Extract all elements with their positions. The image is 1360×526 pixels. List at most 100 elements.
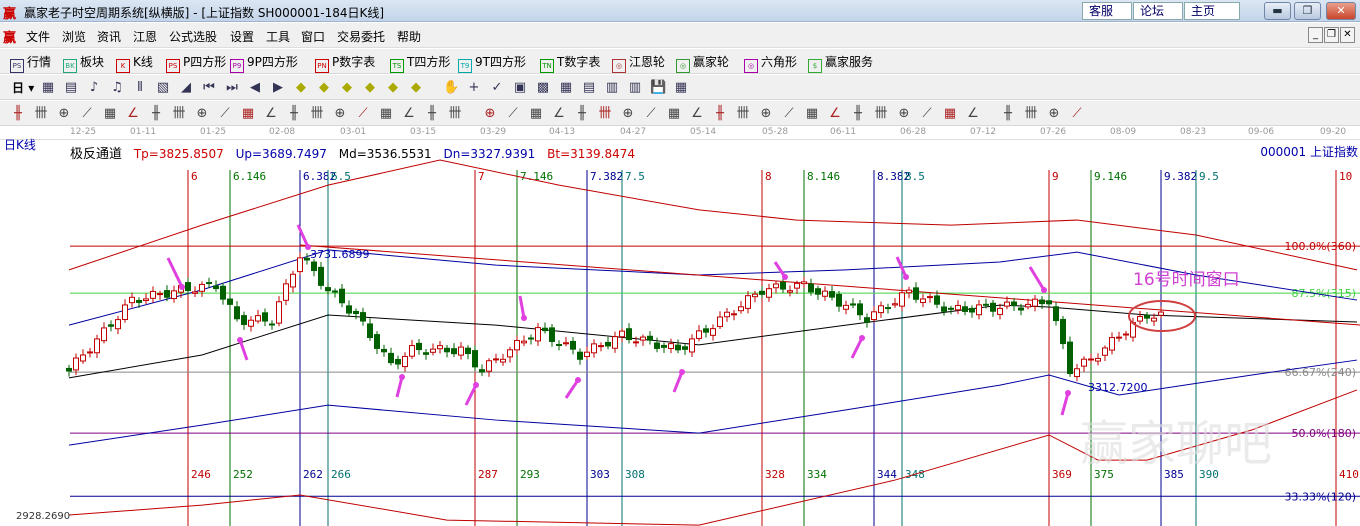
tool-icon[interactable]: ▥ xyxy=(627,80,643,96)
menu-window[interactable]: 窗口 xyxy=(301,28,325,45)
menu-formula[interactable]: 公式选股 xyxy=(169,28,217,45)
draw-tool-icon[interactable]: ╫ xyxy=(1000,106,1016,122)
mdi-restore-button[interactable]: ❐ xyxy=(1324,27,1339,43)
draw-tool-icon[interactable]: ▦ xyxy=(942,106,958,122)
menu-trade[interactable]: 交易委托 xyxy=(337,28,385,45)
tool-icon[interactable]: ▤ xyxy=(63,80,79,96)
draw-tool-icon[interactable]: ∠ xyxy=(125,106,141,122)
tool-icon[interactable]: ◀ xyxy=(247,80,263,96)
tool-icon[interactable]: ◆ xyxy=(293,80,309,96)
tool-icon[interactable]: ◆ xyxy=(316,80,332,96)
draw-tool-icon[interactable]: ⊕ xyxy=(56,106,72,122)
candlestick-chart[interactable]: 62466.1462526.3822626.526672877.1462937.… xyxy=(0,158,1360,526)
draw-tool-icon[interactable]: ⟋ xyxy=(643,106,659,122)
draw-tool-icon[interactable]: ╫ xyxy=(286,106,302,122)
draw-tool-icon[interactable]: ∠ xyxy=(551,106,567,122)
draw-tool-icon[interactable]: ▦ xyxy=(102,106,118,122)
draw-tool-icon[interactable]: ▦ xyxy=(804,106,820,122)
menu-gann[interactable]: 江恩 xyxy=(133,28,157,45)
tool-icon[interactable]: ⏭ xyxy=(224,80,240,96)
draw-tool-icon[interactable]: ∠ xyxy=(401,106,417,122)
toolbar-4-button[interactable]: P9 9P四方形 xyxy=(230,53,298,73)
draw-tool-icon[interactable]: ⊕ xyxy=(482,106,498,122)
draw-tool-icon[interactable]: 卌 xyxy=(873,106,889,122)
draw-tool-icon[interactable]: ▦ xyxy=(378,106,394,122)
restore-button[interactable]: ❐ xyxy=(1294,2,1321,20)
period-dropdown[interactable]: 日 ▾ xyxy=(12,79,34,96)
draw-tool-icon[interactable]: 卌 xyxy=(1023,106,1039,122)
draw-tool-icon[interactable]: 卌 xyxy=(597,106,613,122)
draw-tool-icon[interactable]: ╫ xyxy=(424,106,440,122)
customer-service-link[interactable]: 客服 xyxy=(1082,2,1132,20)
menu-tools[interactable]: 工具 xyxy=(266,28,290,45)
tool-icon[interactable]: + xyxy=(466,80,482,96)
draw-tool-icon[interactable]: ⊕ xyxy=(896,106,912,122)
draw-tool-icon[interactable]: ⊕ xyxy=(620,106,636,122)
draw-tool-icon[interactable]: 卌 xyxy=(309,106,325,122)
draw-tool-icon[interactable]: ⊕ xyxy=(758,106,774,122)
tool-icon[interactable]: ◆ xyxy=(362,80,378,96)
draw-tool-icon[interactable]: ╫ xyxy=(574,106,590,122)
tool-icon[interactable]: ◆ xyxy=(408,80,424,96)
draw-tool-icon[interactable]: 卌 xyxy=(447,106,463,122)
tool-icon[interactable]: ⫴ xyxy=(132,80,148,96)
minimize-button[interactable]: ▬ xyxy=(1264,2,1291,20)
draw-tool-icon[interactable]: 卌 xyxy=(33,106,49,122)
tool-icon[interactable]: ▦ xyxy=(558,80,574,96)
toolbar-7-button[interactable]: T9 9T四方形 xyxy=(458,53,526,73)
draw-tool-icon[interactable]: ▦ xyxy=(666,106,682,122)
draw-tool-icon[interactable]: ∠ xyxy=(965,106,981,122)
draw-tool-icon[interactable]: ╫ xyxy=(850,106,866,122)
toolbar-1-button[interactable]: BK 板块 xyxy=(63,53,104,73)
tool-icon[interactable]: ◆ xyxy=(385,80,401,96)
draw-tool-icon[interactable]: ⊕ xyxy=(1046,106,1062,122)
draw-tool-icon[interactable]: ╫ xyxy=(148,106,164,122)
draw-tool-icon[interactable]: ⟋ xyxy=(505,106,521,122)
draw-tool-icon[interactable]: ⟋ xyxy=(919,106,935,122)
draw-tool-icon[interactable]: ∠ xyxy=(263,106,279,122)
draw-tool-icon[interactable]: ╫ xyxy=(712,106,728,122)
tool-icon[interactable]: ▶ xyxy=(270,80,286,96)
menu-news[interactable]: 资讯 xyxy=(97,28,121,45)
tool-icon[interactable]: ▩ xyxy=(535,80,551,96)
toolbar-3-button[interactable]: PS P四方形 xyxy=(166,53,226,73)
tool-icon[interactable]: 💾 xyxy=(650,80,666,96)
forum-link[interactable]: 论坛 xyxy=(1133,2,1183,20)
tool-icon[interactable]: ▧ xyxy=(155,80,171,96)
draw-tool-icon[interactable]: ⊕ xyxy=(194,106,210,122)
draw-tool-icon[interactable]: 卌 xyxy=(735,106,751,122)
draw-tool-icon[interactable]: 卌 xyxy=(171,106,187,122)
tool-icon[interactable]: ✋ xyxy=(443,80,459,96)
draw-tool-icon[interactable]: ⟋ xyxy=(217,106,233,122)
toolbar-12-button[interactable]: $ 赢家服务 xyxy=(808,53,873,73)
tool-icon[interactable]: ♫ xyxy=(109,80,125,96)
tool-icon[interactable]: ▣ xyxy=(512,80,528,96)
close-button[interactable]: ✕ xyxy=(1326,2,1356,20)
draw-tool-icon[interactable]: ╫ xyxy=(10,106,26,122)
tool-icon[interactable]: ▤ xyxy=(581,80,597,96)
menu-help[interactable]: 帮助 xyxy=(397,28,421,45)
menu-browse[interactable]: 浏览 xyxy=(62,28,86,45)
draw-tool-icon[interactable]: ⟋ xyxy=(1069,106,1085,122)
toolbar-0-button[interactable]: PS 行情 xyxy=(10,53,51,73)
menu-settings[interactable]: 设置 xyxy=(230,28,254,45)
draw-tool-icon[interactable]: ⟋ xyxy=(79,106,95,122)
draw-tool-icon[interactable]: ∠ xyxy=(689,106,705,122)
draw-tool-icon[interactable]: ▦ xyxy=(240,106,256,122)
mdi-minimize-button[interactable]: _ xyxy=(1308,27,1323,43)
menu-file[interactable]: 文件 xyxy=(26,28,50,45)
mdi-close-button[interactable]: ✕ xyxy=(1340,27,1355,43)
tool-icon[interactable]: ♪ xyxy=(86,80,102,96)
homepage-link[interactable]: 主页 xyxy=(1184,2,1240,20)
tool-icon[interactable]: ✓ xyxy=(489,80,505,96)
toolbar-10-button[interactable]: ◎ 赢家轮 xyxy=(676,53,729,73)
toolbar-8-button[interactable]: TN T数字表 xyxy=(540,53,600,73)
toolbar-6-button[interactable]: TS T四方形 xyxy=(390,53,450,73)
draw-tool-icon[interactable]: ∠ xyxy=(827,106,843,122)
toolbar-11-button[interactable]: ◎ 六角形 xyxy=(744,53,797,73)
toolbar-5-button[interactable]: PN P数字表 xyxy=(315,53,375,73)
toolbar-2-button[interactable]: K K线 xyxy=(116,53,153,73)
tool-icon[interactable]: ◢ xyxy=(178,80,194,96)
draw-tool-icon[interactable]: ⟋ xyxy=(781,106,797,122)
draw-tool-icon[interactable]: ⟋ xyxy=(355,106,371,122)
